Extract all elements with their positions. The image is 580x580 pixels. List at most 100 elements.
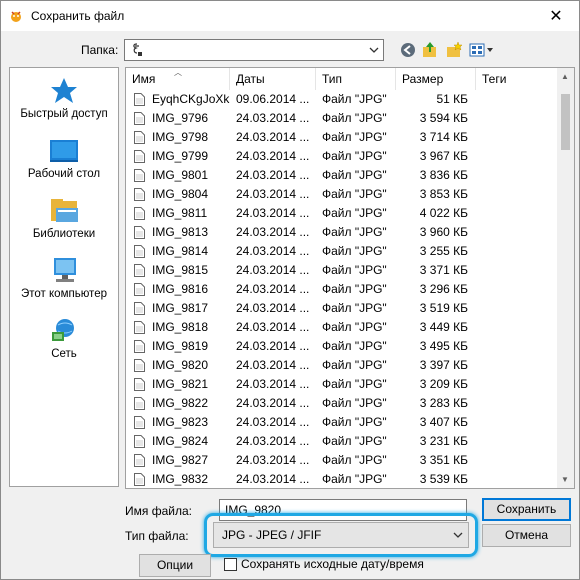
file-name-cell: IMG_9798 bbox=[134, 128, 234, 147]
scrollbar-thumb[interactable] bbox=[561, 94, 570, 150]
folder-select[interactable] bbox=[124, 39, 384, 61]
place-libraries[interactable]: Библиотеки bbox=[10, 196, 118, 240]
file-date-cell: 24.03.2014 ... bbox=[236, 434, 310, 448]
keep-date-checkbox[interactable] bbox=[224, 558, 237, 571]
vertical-scrollbar[interactable]: ▲ ▼ bbox=[557, 68, 574, 488]
back-icon[interactable] bbox=[399, 41, 417, 59]
column-header-tags[interactable]: Теги bbox=[476, 68, 558, 90]
folder-path-icon bbox=[133, 43, 142, 56]
file-size-cell: 3 960 КБ bbox=[419, 225, 468, 239]
file-icon bbox=[134, 188, 145, 201]
file-type-cell: Файл "JPG" bbox=[322, 320, 387, 334]
column-header-date[interactable]: Даты bbox=[230, 68, 316, 90]
file-row[interactable]: IMG_9817 24.03.2014 ... Файл "JPG" 3 519 КБ bbox=[126, 299, 558, 318]
file-row[interactable]: IMG_9818 24.03.2014 ... Файл "JPG" 3 449 КБ bbox=[126, 318, 558, 337]
file-icon bbox=[134, 435, 145, 448]
scroll-down-icon[interactable]: ▼ bbox=[561, 475, 569, 484]
file-row[interactable]: IMG_9820 24.03.2014 ... Файл "JPG" 3 397 КБ bbox=[126, 356, 558, 375]
cancel-button[interactable]: Отмена bbox=[482, 524, 571, 547]
file-date-cell: 24.03.2014 ... bbox=[236, 187, 310, 201]
file-row[interactable]: IMG_9814 24.03.2014 ... Файл "JPG" 3 255 КБ bbox=[126, 242, 558, 261]
column-header-size[interactable]: Размер bbox=[396, 68, 476, 90]
close-icon: ✕ bbox=[549, 8, 563, 25]
file-row[interactable]: IMG_9801 24.03.2014 ... Файл "JPG" 3 836 КБ bbox=[126, 166, 558, 185]
column-header-name[interactable]: ︿ Имя bbox=[126, 68, 230, 90]
file-icon bbox=[134, 93, 145, 106]
file-type-cell: Файл "JPG" bbox=[322, 339, 387, 353]
file-icon bbox=[134, 359, 145, 372]
file-row[interactable]: IMG_9798 24.03.2014 ... Файл "JPG" 3 714 КБ bbox=[126, 128, 558, 147]
file-size-cell: 3 231 КБ bbox=[419, 434, 468, 448]
file-date-cell: 24.03.2014 ... bbox=[236, 282, 310, 296]
file-size-cell: 3 351 КБ bbox=[419, 453, 468, 467]
file-size-cell: 3 539 КБ bbox=[419, 472, 468, 486]
close-button[interactable]: ✕ bbox=[533, 1, 579, 31]
places-bar: Быстрый доступ Рабочий стол Библиотеки Э… bbox=[9, 67, 119, 487]
file-size-cell: 3 371 КБ bbox=[419, 263, 468, 277]
file-size-cell: 3 519 КБ bbox=[419, 301, 468, 315]
file-size-cell: 3 407 КБ bbox=[419, 415, 468, 429]
file-list[interactable]: ︿ Имя Даты Тип Размер Теги EyqhCKgJoXk 09… bbox=[125, 67, 575, 489]
file-row[interactable]: IMG_9832 24.03.2014 ... Файл "JPG" 3 539 КБ bbox=[126, 470, 558, 488]
file-icon bbox=[134, 378, 145, 391]
file-date-cell: 24.03.2014 ... bbox=[236, 301, 310, 315]
file-row[interactable]: IMG_9796 24.03.2014 ... Файл "JPG" 3 594 КБ bbox=[126, 109, 558, 128]
file-type-cell: Файл "JPG" bbox=[322, 377, 387, 391]
file-name-cell: IMG_9832 bbox=[134, 470, 234, 488]
file-row[interactable]: EyqhCKgJoXk 09.06.2014 ... Файл "JPG" 51 КБ bbox=[126, 90, 558, 109]
desktop-icon bbox=[50, 140, 78, 162]
file-size-cell: 4 022 КБ bbox=[419, 206, 468, 220]
file-row[interactable]: IMG_9821 24.03.2014 ... Файл "JPG" 3 209 КБ bbox=[126, 375, 558, 394]
file-type-cell: Файл "JPG" bbox=[322, 396, 387, 410]
file-date-cell: 24.03.2014 ... bbox=[236, 244, 310, 258]
column-header-type[interactable]: Тип bbox=[316, 68, 396, 90]
file-size-cell: 3 209 КБ bbox=[419, 377, 468, 391]
place-network[interactable]: Сеть bbox=[10, 316, 118, 360]
file-name-cell: IMG_9827 bbox=[134, 451, 234, 470]
computer-icon bbox=[54, 258, 76, 282]
star-icon bbox=[51, 78, 77, 103]
file-row[interactable]: IMG_9823 24.03.2014 ... Файл "JPG" 3 407 КБ bbox=[126, 413, 558, 432]
file-name-cell: IMG_9796 bbox=[134, 109, 234, 128]
new-folder-icon[interactable] bbox=[445, 41, 463, 59]
place-quick-access[interactable]: Быстрый доступ bbox=[10, 76, 118, 120]
file-type-cell: Файл "JPG" bbox=[322, 434, 387, 448]
file-name-cell: IMG_9819 bbox=[134, 337, 234, 356]
file-row[interactable]: IMG_9827 24.03.2014 ... Файл "JPG" 3 351 КБ bbox=[126, 451, 558, 470]
file-row[interactable]: IMG_9824 24.03.2014 ... Файл "JPG" 3 231 КБ bbox=[126, 432, 558, 451]
file-row[interactable]: IMG_9799 24.03.2014 ... Файл "JPG" 3 967 КБ bbox=[126, 147, 558, 166]
file-row[interactable]: IMG_9822 24.03.2014 ... Файл "JPG" 3 283 КБ bbox=[126, 394, 558, 413]
place-desktop[interactable]: Рабочий стол bbox=[10, 136, 118, 180]
file-icon bbox=[134, 169, 145, 182]
file-name-cell: IMG_9811 bbox=[134, 204, 234, 223]
file-row[interactable]: IMG_9813 24.03.2014 ... Файл "JPG" 3 960 КБ bbox=[126, 223, 558, 242]
file-date-cell: 24.03.2014 ... bbox=[236, 472, 310, 486]
file-size-cell: 3 296 КБ bbox=[419, 282, 468, 296]
file-type-cell: Файл "JPG" bbox=[322, 92, 387, 106]
file-name-cell: IMG_9824 bbox=[134, 432, 234, 451]
file-icon bbox=[134, 207, 145, 220]
file-date-cell: 24.03.2014 ... bbox=[236, 453, 310, 467]
file-name-cell: IMG_9820 bbox=[134, 356, 234, 375]
file-icon bbox=[134, 416, 145, 429]
title-bar: Сохранить файл ✕ bbox=[1, 1, 579, 31]
file-row[interactable]: IMG_9819 24.03.2014 ... Файл "JPG" 3 495 КБ bbox=[126, 337, 558, 356]
file-row[interactable]: IMG_9804 24.03.2014 ... Файл "JPG" 3 853 КБ bbox=[126, 185, 558, 204]
file-name-cell: IMG_9818 bbox=[134, 318, 234, 337]
file-row[interactable]: IMG_9811 24.03.2014 ... Файл "JPG" 4 022 КБ bbox=[126, 204, 558, 223]
scroll-up-icon[interactable]: ▲ bbox=[561, 72, 569, 81]
place-this-pc[interactable]: Этот компьютер bbox=[10, 256, 118, 300]
file-size-cell: 51 КБ bbox=[436, 92, 468, 106]
options-button[interactable]: Опции bbox=[139, 554, 211, 577]
save-button[interactable]: Сохранить bbox=[482, 498, 571, 521]
view-menu-icon[interactable] bbox=[468, 41, 494, 59]
file-name-cell: IMG_9815 bbox=[134, 261, 234, 280]
file-date-cell: 24.03.2014 ... bbox=[236, 206, 310, 220]
file-icon bbox=[134, 302, 145, 315]
file-type-cell: Файл "JPG" bbox=[322, 149, 387, 163]
file-size-cell: 3 836 КБ bbox=[419, 168, 468, 182]
file-row[interactable]: IMG_9816 24.03.2014 ... Файл "JPG" 3 296 КБ bbox=[126, 280, 558, 299]
file-row[interactable]: IMG_9815 24.03.2014 ... Файл "JPG" 3 371 КБ bbox=[126, 261, 558, 280]
file-icon bbox=[134, 226, 145, 239]
up-folder-icon[interactable] bbox=[421, 41, 439, 59]
